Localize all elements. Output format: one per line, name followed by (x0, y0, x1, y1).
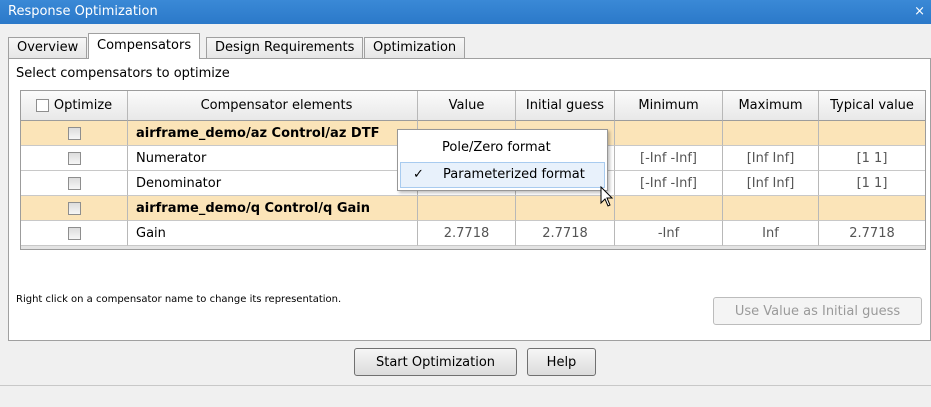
table-header: Optimize Compensator elements Value Init… (21, 91, 925, 121)
checkmark-icon: ✓ (413, 167, 424, 182)
maximum-cell[interactable]: [Inf Inf] (723, 146, 819, 171)
help-button[interactable]: Help (527, 348, 596, 376)
optimize-cell[interactable] (21, 121, 128, 146)
header-typical-value: Typical value (819, 91, 925, 121)
window-title: Response Optimization (8, 4, 158, 19)
optimize-checkbox[interactable] (67, 201, 81, 215)
header-value: Value (418, 91, 516, 121)
typical-value-cell[interactable]: 2.7718 (819, 221, 925, 246)
minimum-cell[interactable]: -Inf (615, 221, 723, 246)
table-row[interactable]: Gain 2.7718 2.7718 -Inf Inf 2.7718 (21, 221, 925, 246)
optimize-checkbox[interactable] (67, 126, 81, 140)
initial-guess-cell[interactable]: 2.7718 (516, 221, 615, 246)
format-context-menu: Pole/Zero format ✓ Parameterized format (397, 129, 608, 191)
menu-item-parameterized-format[interactable]: ✓ Parameterized format (400, 162, 605, 188)
menu-item-pole-zero-format[interactable]: Pole/Zero format (400, 135, 605, 161)
hint-text: Right click on a compensator name to cha… (16, 294, 342, 305)
element-name[interactable]: Numerator (128, 146, 418, 171)
tab-overview[interactable]: Overview (8, 37, 88, 58)
maximum-cell[interactable]: Inf (723, 221, 819, 246)
header-optimize-label: Optimize (53, 98, 113, 113)
value-cell[interactable]: 2.7718 (418, 221, 516, 246)
close-icon[interactable]: × (914, 0, 925, 24)
optimize-cell[interactable] (21, 221, 128, 246)
element-name[interactable]: Gain (128, 221, 418, 246)
group-label: Select compensators to optimize (16, 66, 230, 81)
status-bar (0, 385, 931, 407)
optimize-cell[interactable] (21, 171, 128, 196)
optimize-cell[interactable] (21, 146, 128, 171)
table-row[interactable]: airframe_demo/q Control/q Gain (21, 196, 925, 221)
minimum-cell[interactable]: [-Inf -Inf] (615, 171, 723, 196)
element-name[interactable]: Denominator (128, 171, 418, 196)
typical-value-cell[interactable]: [1 1] (819, 146, 925, 171)
header-optimize[interactable]: Optimize (21, 91, 128, 121)
tab-optimization[interactable]: Optimization (364, 37, 466, 58)
tab-design-requirements[interactable]: Design Requirements (206, 37, 364, 58)
compensator-name[interactable]: airframe_demo/az Control/az DTF (128, 121, 418, 146)
maximum-cell[interactable]: [Inf Inf] (723, 171, 819, 196)
optimize-checkbox[interactable] (67, 176, 81, 190)
header-minimum: Minimum (615, 91, 723, 121)
start-optimization-button[interactable]: Start Optimization (354, 348, 517, 376)
menu-item-label: Parameterized format (443, 167, 585, 182)
header-elements: Compensator elements (128, 91, 418, 121)
tab-compensators[interactable]: Compensators (88, 33, 201, 59)
select-all-checkbox[interactable] (35, 99, 49, 112)
mouse-cursor-icon (600, 186, 614, 207)
title-bar: Response Optimization × (0, 0, 931, 24)
use-value-as-initial-guess-button[interactable]: Use Value as Initial guess (713, 297, 922, 325)
header-maximum: Maximum (723, 91, 819, 121)
optimize-checkbox[interactable] (67, 151, 81, 165)
minimum-cell[interactable]: [-Inf -Inf] (615, 146, 723, 171)
optimize-cell[interactable] (21, 196, 128, 221)
typical-value-cell[interactable]: [1 1] (819, 171, 925, 196)
compensator-name[interactable]: airframe_demo/q Control/q Gain (128, 196, 418, 221)
header-initial-guess: Initial guess (516, 91, 615, 121)
optimize-checkbox[interactable] (67, 226, 81, 240)
